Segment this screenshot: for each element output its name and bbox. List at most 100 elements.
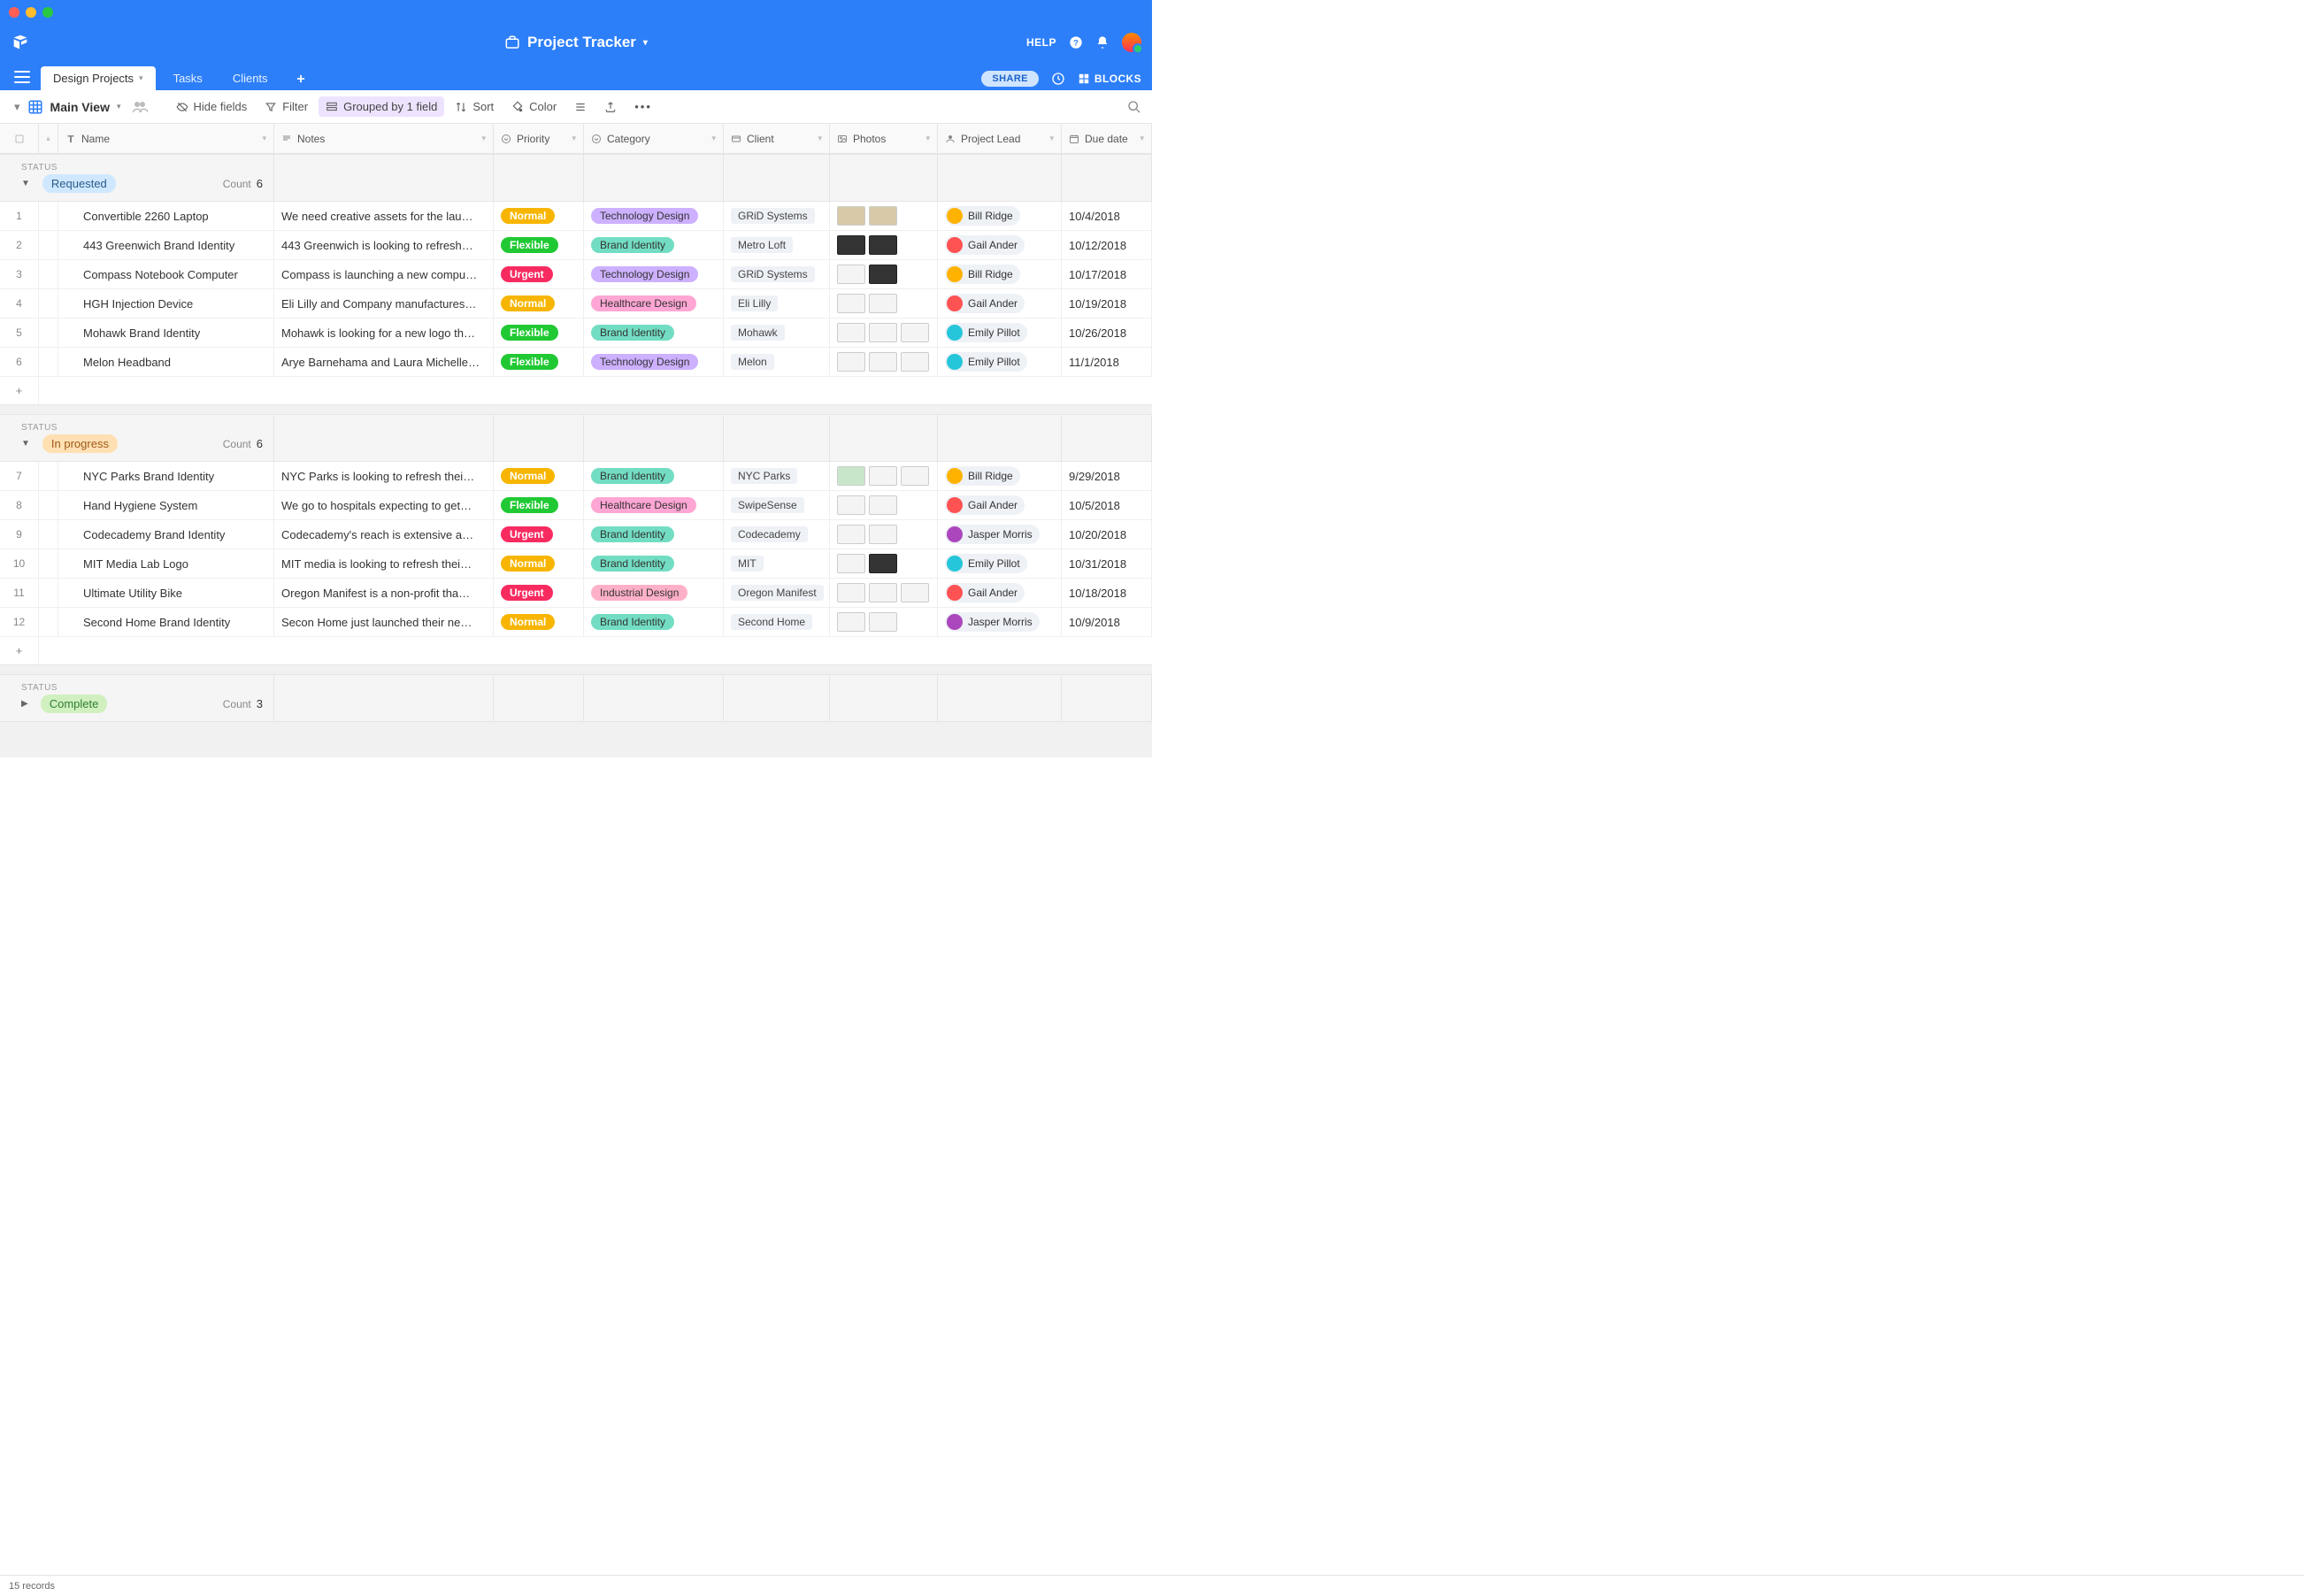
cell-client[interactable]: Mohawk — [724, 318, 830, 347]
table-row[interactable]: 2443 Greenwich Brand Identity443 Greenwi… — [0, 231, 1152, 260]
photo-thumbnail[interactable] — [837, 235, 865, 255]
cell-client[interactable]: Melon — [724, 348, 830, 376]
views-dropdown-icon[interactable]: ▾ — [11, 96, 24, 118]
table-row[interactable]: 12Second Home Brand IdentitySecon Home j… — [0, 608, 1152, 637]
cell-client[interactable]: MIT — [724, 549, 830, 578]
cell-priority[interactable]: Urgent — [494, 260, 584, 288]
column-notes[interactable]: Notes▾ — [274, 124, 494, 153]
blocks-button[interactable]: BLOCKS — [1078, 73, 1141, 85]
cell-notes[interactable]: Codecademy's reach is extensive a… — [274, 520, 494, 549]
photo-thumbnail[interactable] — [869, 525, 897, 544]
cell-client[interactable]: SwipeSense — [724, 491, 830, 519]
select-all-checkbox[interactable] — [0, 124, 39, 153]
cell-client[interactable]: Oregon Manifest — [724, 579, 830, 607]
cell-lead[interactable]: Gail Ander — [938, 231, 1062, 259]
cell-category[interactable]: Healthcare Design — [584, 491, 724, 519]
group-toggle[interactable]: ▶ — [21, 699, 28, 709]
plus-icon[interactable]: + — [0, 637, 39, 664]
cell-name[interactable]: Compass Notebook Computer — [58, 260, 274, 288]
cell-lead[interactable]: Emily Pillot — [938, 318, 1062, 347]
cell-due[interactable]: 10/26/2018 — [1062, 318, 1152, 347]
photo-thumbnail[interactable] — [869, 352, 897, 372]
cell-due[interactable]: 10/31/2018 — [1062, 549, 1152, 578]
table-row[interactable]: 1Convertible 2260 LaptopWe need creative… — [0, 202, 1152, 231]
more-button[interactable]: ••• — [627, 96, 659, 117]
photo-thumbnail[interactable] — [901, 352, 929, 372]
add-row[interactable]: + — [0, 377, 1152, 405]
table-tab[interactable]: Tasks — [161, 66, 215, 90]
cell-photos[interactable] — [830, 348, 938, 376]
group-toggle[interactable]: ▼ — [21, 439, 30, 449]
cell-notes[interactable]: We go to hospitals expecting to get… — [274, 491, 494, 519]
cell-name[interactable]: Ultimate Utility Bike — [58, 579, 274, 607]
cell-notes[interactable]: 443 Greenwich is looking to refresh… — [274, 231, 494, 259]
photo-thumbnail[interactable] — [869, 495, 897, 515]
photo-thumbnail[interactable] — [869, 554, 897, 573]
cell-name[interactable]: HGH Injection Device — [58, 289, 274, 318]
add-row[interactable]: + — [0, 637, 1152, 665]
share-view-button[interactable] — [597, 97, 624, 117]
photo-thumbnail[interactable] — [837, 466, 865, 486]
cell-name[interactable]: Melon Headband — [58, 348, 274, 376]
photo-thumbnail[interactable] — [869, 612, 897, 632]
filter-button[interactable]: Filter — [257, 96, 315, 117]
cell-name[interactable]: Convertible 2260 Laptop — [58, 202, 274, 230]
cell-client[interactable]: Second Home — [724, 608, 830, 636]
base-title[interactable]: Project Tracker ▾ — [504, 34, 648, 51]
table-tab[interactable]: Clients — [220, 66, 280, 90]
close-window[interactable] — [9, 7, 19, 18]
hide-fields-button[interactable]: Hide fields — [169, 96, 255, 117]
cell-priority[interactable]: Urgent — [494, 520, 584, 549]
photo-thumbnail[interactable] — [869, 466, 897, 486]
cell-due[interactable]: 10/17/2018 — [1062, 260, 1152, 288]
table-row[interactable]: 3Compass Notebook ComputerCompass is lau… — [0, 260, 1152, 289]
bell-icon[interactable] — [1095, 35, 1110, 50]
photo-thumbnail[interactable] — [837, 206, 865, 226]
photo-thumbnail[interactable] — [869, 583, 897, 602]
sidebar-toggle-icon[interactable] — [14, 71, 30, 83]
cell-priority[interactable]: Normal — [494, 462, 584, 490]
cell-category[interactable]: Technology Design — [584, 260, 724, 288]
photo-thumbnail[interactable] — [901, 466, 929, 486]
cell-category[interactable]: Brand Identity — [584, 608, 724, 636]
column-photos[interactable]: Photos▾ — [830, 124, 938, 153]
photo-thumbnail[interactable] — [869, 206, 897, 226]
cell-due[interactable]: 10/20/2018 — [1062, 520, 1152, 549]
photo-thumbnail[interactable] — [869, 265, 897, 284]
cell-photos[interactable] — [830, 289, 938, 318]
cell-photos[interactable] — [830, 231, 938, 259]
cell-category[interactable]: Brand Identity — [584, 520, 724, 549]
cell-due[interactable]: 10/12/2018 — [1062, 231, 1152, 259]
cell-name[interactable]: 443 Greenwich Brand Identity — [58, 231, 274, 259]
cell-notes[interactable]: Mohawk is looking for a new logo th… — [274, 318, 494, 347]
cell-photos[interactable] — [830, 462, 938, 490]
cell-category[interactable]: Brand Identity — [584, 318, 724, 347]
cell-client[interactable]: Eli Lilly — [724, 289, 830, 318]
cell-lead[interactable]: Jasper Morris — [938, 608, 1062, 636]
cell-notes[interactable]: Eli Lilly and Company manufactures… — [274, 289, 494, 318]
photo-thumbnail[interactable] — [837, 352, 865, 372]
view-switcher[interactable]: Main View ▾ — [27, 99, 121, 115]
cell-notes[interactable]: NYC Parks is looking to refresh thei… — [274, 462, 494, 490]
cell-notes[interactable]: Compass is launching a new compu… — [274, 260, 494, 288]
cell-name[interactable]: Second Home Brand Identity — [58, 608, 274, 636]
group-toggle[interactable]: ▼ — [21, 179, 30, 188]
photo-thumbnail[interactable] — [837, 583, 865, 602]
cell-lead[interactable]: Bill Ridge — [938, 462, 1062, 490]
cell-name[interactable]: MIT Media Lab Logo — [58, 549, 274, 578]
cell-lead[interactable]: Emily Pillot — [938, 348, 1062, 376]
cell-photos[interactable] — [830, 520, 938, 549]
photo-thumbnail[interactable] — [837, 495, 865, 515]
table-row[interactable]: 9Codecademy Brand IdentityCodecademy's r… — [0, 520, 1152, 549]
share-button[interactable]: SHARE — [981, 71, 1039, 87]
cell-priority[interactable]: Normal — [494, 202, 584, 230]
cell-priority[interactable]: Flexible — [494, 491, 584, 519]
cell-priority[interactable]: Normal — [494, 608, 584, 636]
cell-photos[interactable] — [830, 608, 938, 636]
cell-notes[interactable]: MIT media is looking to refresh thei… — [274, 549, 494, 578]
help-icon[interactable]: ? — [1069, 35, 1083, 50]
cell-category[interactable]: Industrial Design — [584, 579, 724, 607]
user-avatar[interactable] — [1122, 33, 1141, 52]
cell-photos[interactable] — [830, 202, 938, 230]
cell-photos[interactable] — [830, 318, 938, 347]
